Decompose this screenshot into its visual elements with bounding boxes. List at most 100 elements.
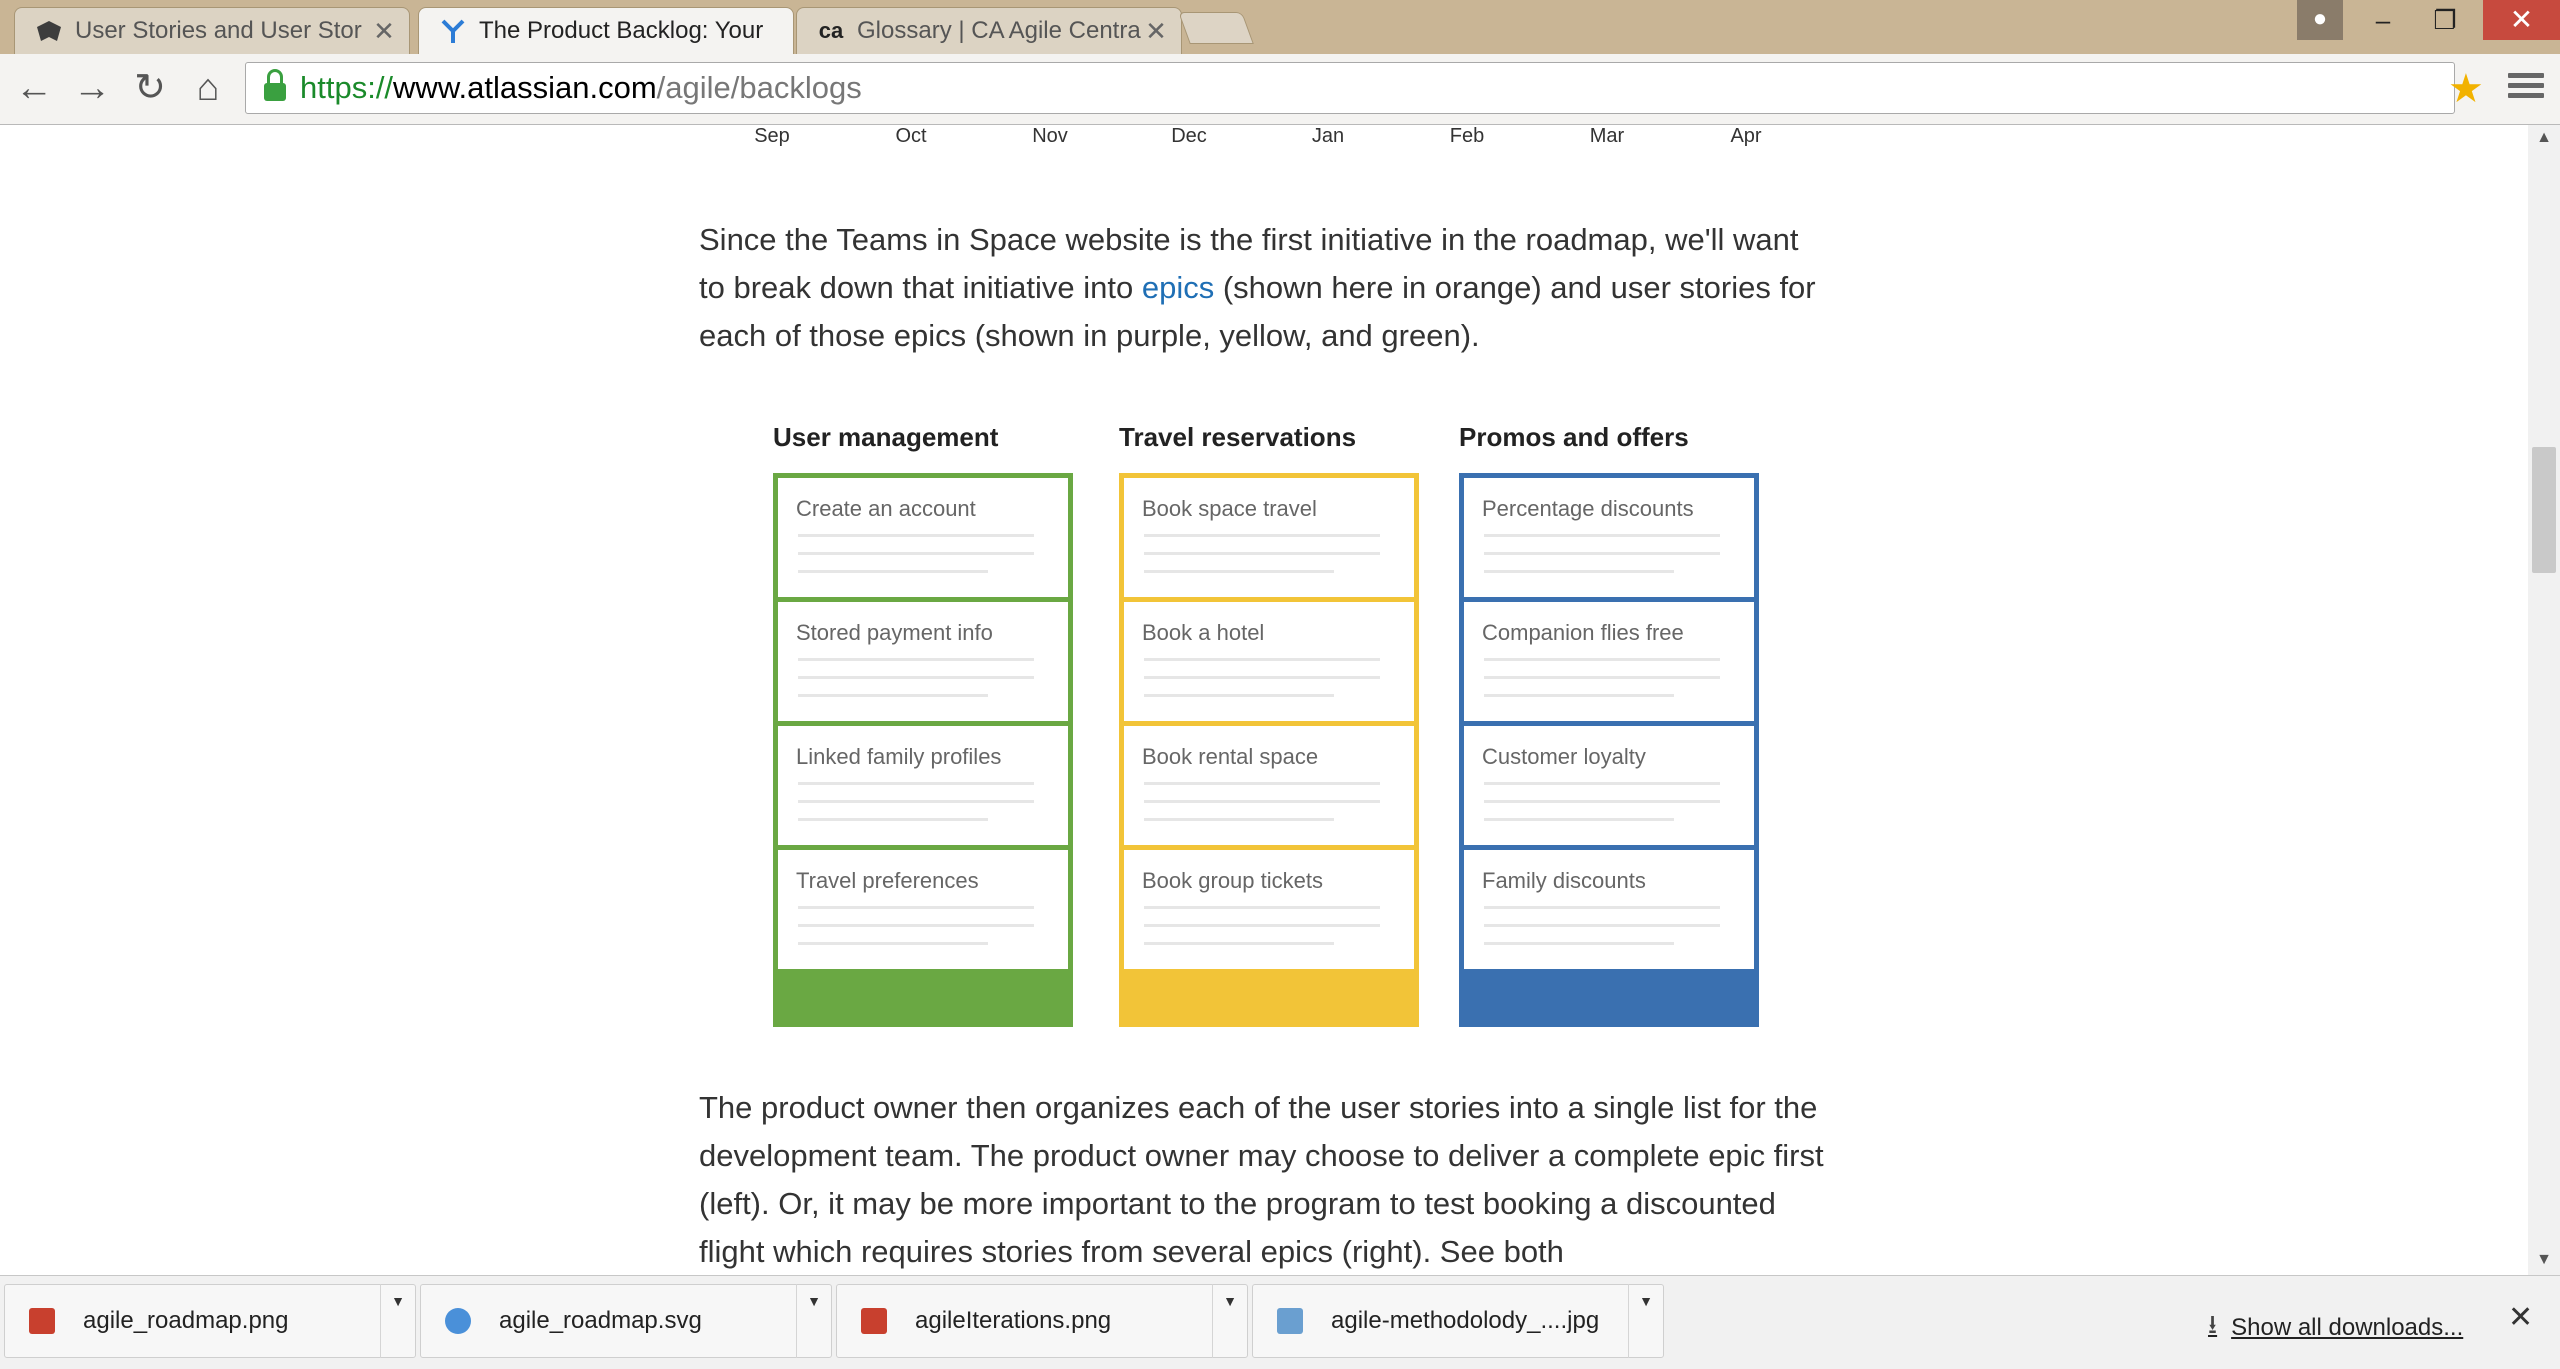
story-card[interactable]: Book space travel [1124,478,1414,602]
story-card[interactable]: Travel preferences [778,850,1068,974]
story-card[interactable]: Stored payment info [778,602,1068,726]
epic-column-user-management: User management Create an account Stored… [773,420,1073,1027]
back-icon[interactable]: ← [12,66,56,110]
story-card[interactable]: Book a hotel [1124,602,1414,726]
story-label: Book group tickets [1142,868,1323,893]
tab-title: Glossary | CA Agile Centra [857,17,1141,44]
story-label: Customer loyalty [1482,744,1646,769]
download-item[interactable]: agile_roadmap.png ▼ [4,1284,416,1358]
png-file-icon [29,1308,55,1334]
url-path: /agile/backlogs [656,70,862,105]
story-card[interactable]: Book group tickets [1124,850,1414,974]
forward-icon[interactable]: → [70,66,114,110]
story-card[interactable]: Percentage discounts [1464,478,1754,602]
ca-icon: ca [818,18,844,43]
month-label: Mar [1589,125,1625,147]
epic-column-travel-reservations: Travel reservations Book space travel Bo… [1119,420,1419,1027]
outro-paragraph: The product owner then organizes each of… [699,1090,1824,1269]
atlassian-icon [437,15,469,47]
download-icon: ⭳ [2208,1309,2218,1339]
tab-glossary[interactable]: ca Glossary | CA Agile Centra ✕ [796,7,1182,54]
epic-title: Travel reservations [1119,422,1357,452]
epic-bar [1124,974,1414,1022]
epics-link[interactable]: epics [1142,270,1214,305]
download-item[interactable]: agile_roadmap.svg ▼ [420,1284,832,1358]
story-label: Book rental space [1142,744,1319,769]
download-menu-arrow-icon[interactable]: ▼ [796,1284,831,1358]
new-tab-button[interactable] [1178,12,1254,44]
user-profile-icon[interactable]: ● [2297,0,2343,40]
menu-icon[interactable] [2508,68,2544,103]
story-card[interactable]: Family discounts [1464,850,1754,974]
timeline-months: Sep Oct Nov Dec Jan Feb Mar Apr [0,125,2528,155]
tab-title: The Product Backlog: Your [479,17,764,44]
story-list: Percentage discounts Companion flies fre… [1459,473,1759,1027]
story-card[interactable]: Customer loyalty [1464,726,1754,850]
download-filename: agile_roadmap.png [83,1307,289,1334]
story-label: Percentage discounts [1482,496,1694,521]
story-list: Book space travel Book a hotel Book rent… [1119,473,1419,1027]
epic-title: Promos and offers [1459,422,1689,452]
scroll-up-arrow-icon[interactable]: ▲ [2528,129,2560,151]
download-filename: agileIterations.png [915,1307,1112,1334]
show-all-downloads-label: Show all downloads... [2231,1314,2464,1341]
anteater-icon [33,15,65,47]
vertical-scrollbar[interactable]: ▲ ▼ [2528,125,2560,1275]
download-menu-arrow-icon[interactable]: ▼ [1628,1284,1663,1358]
jpg-file-icon [1277,1308,1303,1334]
story-label: Linked family profiles [796,744,1002,769]
lock-icon [264,69,286,101]
scroll-down-arrow-icon[interactable]: ▼ [2528,1251,2560,1273]
svg-file-icon [445,1308,471,1334]
window-close-icon[interactable]: ✕ [2483,0,2560,40]
minimize-icon[interactable]: – [2353,0,2413,40]
tab-product-backlog[interactable]: The Product Backlog: Your [418,7,794,54]
story-label: Book a hotel [1142,620,1265,645]
month-label: Apr [1730,125,1762,147]
download-item[interactable]: agile-methodolody_....jpg ▼ [1252,1284,1664,1358]
story-label: Companion flies free [1482,620,1684,645]
epic-column-promos-and-offers: Promos and offers Percentage discounts C… [1459,420,1759,1027]
bookmark-star-icon[interactable]: ★ [2448,66,2484,112]
url-scheme: https:// [300,70,394,105]
intro-paragraph: Since the Teams in Space website is the … [699,222,1816,353]
download-menu-arrow-icon[interactable]: ▼ [1212,1284,1247,1358]
month-label: Feb [1449,125,1485,147]
story-card[interactable]: Linked family profiles [778,726,1068,850]
month-label: Nov [1032,125,1068,147]
download-filename: agile-methodolody_....jpg [1331,1307,1600,1334]
browser-toolbar: ← → ↻ ⌂ https://www.atlassian.com/agile/… [0,54,2560,125]
story-card[interactable]: Create an account [778,478,1068,602]
reload-icon[interactable]: ↻ [128,66,172,110]
story-label: Create an account [796,496,976,521]
scroll-thumb[interactable] [2532,447,2556,573]
epic-title: User management [773,422,999,452]
close-tab-icon[interactable]: ✕ [369,16,399,47]
tab-user-stories[interactable]: User Stories and User Stor ✕ [14,7,410,54]
story-label: Travel preferences [796,868,979,893]
close-tab-icon[interactable]: ✕ [1141,16,1171,47]
download-menu-arrow-icon[interactable]: ▼ [380,1284,415,1358]
download-filename: agile_roadmap.svg [499,1307,702,1334]
month-label: Sep [754,125,790,147]
month-label: Oct [895,125,927,147]
download-item[interactable]: agileIterations.png ▼ [836,1284,1248,1358]
story-card[interactable]: Companion flies free [1464,602,1754,726]
epic-bar [778,974,1068,1022]
story-card[interactable]: Book rental space [1124,726,1414,850]
story-label: Family discounts [1482,868,1646,893]
png-file-icon [861,1308,887,1334]
restore-icon[interactable]: ❐ [2415,0,2475,40]
home-icon[interactable]: ⌂ [186,66,230,110]
url-host: www.atlassian.com [393,70,657,105]
show-all-downloads-link[interactable]: ⭳ Show all downloads... [2208,1306,2463,1350]
address-bar[interactable]: https://www.atlassian.com/agile/backlogs [245,62,2455,114]
close-shelf-icon[interactable]: ✕ [2508,1300,2533,1335]
story-list: Create an account Stored payment info Li… [773,473,1073,1027]
tab-strip: User Stories and User Stor ✕ The Product… [0,0,2560,54]
month-label: Dec [1171,125,1207,147]
epic-bar [1464,974,1754,1022]
story-label: Book space travel [1142,496,1317,521]
page-content: Sep Oct Nov Dec Jan Feb Mar Apr Since th… [0,125,2528,1275]
story-label: Stored payment info [796,620,993,645]
